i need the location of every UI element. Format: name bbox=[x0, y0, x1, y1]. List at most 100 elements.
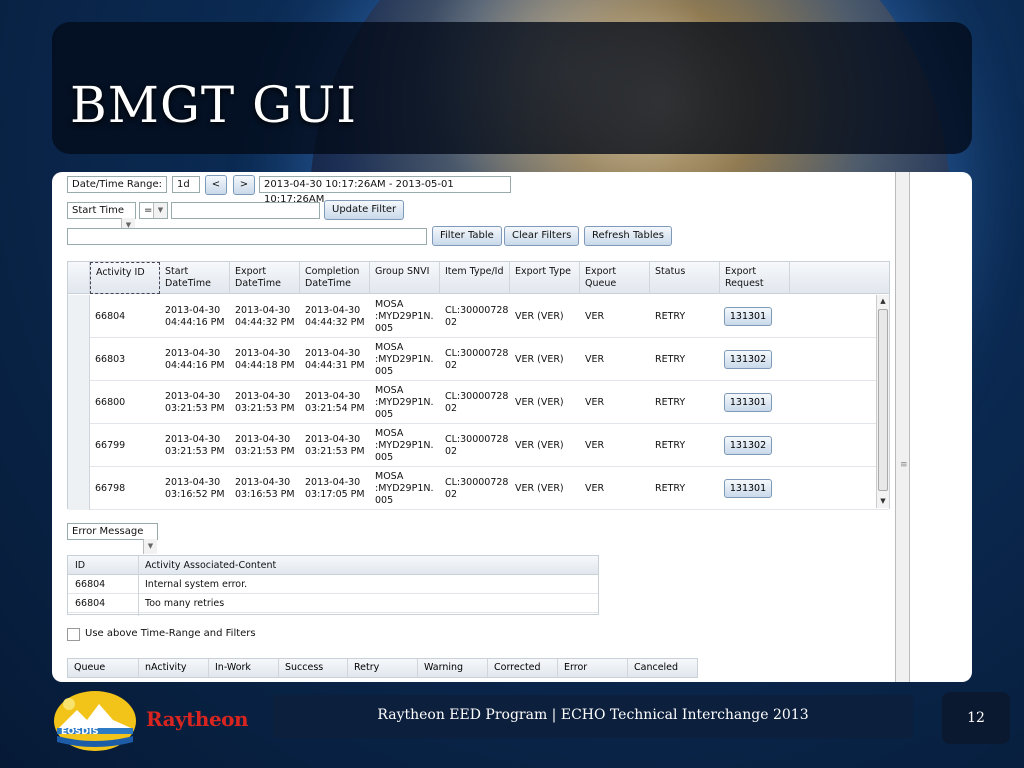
row-header[interactable] bbox=[68, 467, 90, 510]
refresh-tables-button[interactable]: Refresh Tables bbox=[584, 226, 673, 246]
prev-range-button[interactable]: < bbox=[205, 175, 227, 195]
column-divider bbox=[138, 556, 139, 616]
col-start-datetime[interactable]: Start DateTime bbox=[160, 262, 230, 294]
table-row[interactable]: 66803 2013-04-30 04:44:16 PM 2013-04-30 04:4… bbox=[68, 338, 889, 381]
slide-title: BMGT GUI bbox=[70, 76, 357, 134]
update-filter-button[interactable]: Update Filter bbox=[324, 200, 405, 220]
col-error[interactable]: Error bbox=[558, 659, 628, 677]
col-export-request[interactable]: Export Request bbox=[720, 262, 790, 294]
col-export-queue[interactable]: Export Queue bbox=[580, 262, 650, 294]
start-datetime-cell: 2013-04-30 03:16:52 PM bbox=[165, 477, 225, 500]
error-row-content: Internal system error. bbox=[145, 579, 248, 590]
filter-field-select[interactable]: Start Time ▼ bbox=[67, 202, 136, 233]
export-request-button[interactable]: 131301 bbox=[724, 479, 772, 498]
filter-value-input[interactable] bbox=[171, 202, 320, 219]
activity-id-cell: 66800 bbox=[95, 397, 126, 408]
chevron-down-icon: ▼ bbox=[143, 539, 157, 554]
row-header[interactable] bbox=[68, 381, 90, 424]
filter-table-button[interactable]: Filter Table bbox=[432, 226, 502, 246]
start-datetime-cell: 2013-04-30 03:21:53 PM bbox=[165, 434, 225, 457]
period-input[interactable]: 1d bbox=[172, 176, 200, 193]
export-request-button[interactable]: 131301 bbox=[724, 307, 772, 326]
window-scrollbar[interactable] bbox=[895, 172, 910, 682]
col-export-type[interactable]: Export Type bbox=[510, 262, 580, 294]
export-datetime-cell: 2013-04-30 03:21:53 PM bbox=[235, 434, 295, 457]
col-retry[interactable]: Retry bbox=[348, 659, 418, 677]
col-warning[interactable]: Warning bbox=[418, 659, 488, 677]
error-type-value: Error Message bbox=[72, 526, 144, 537]
scroll-up-icon[interactable]: ▲ bbox=[878, 296, 888, 307]
scroll-down-icon[interactable]: ▼ bbox=[878, 496, 888, 507]
col-nactivity[interactable]: nActivity bbox=[139, 659, 209, 677]
col-status[interactable]: Status bbox=[650, 262, 720, 294]
completion-datetime-cell: 2013-04-30 04:44:32 PM bbox=[305, 305, 365, 328]
col-success[interactable]: Success bbox=[279, 659, 348, 677]
use-range-label: Use above Time-Range and Filters bbox=[85, 628, 256, 639]
error-row-id: 66804 bbox=[75, 598, 106, 609]
group-snvi-cell: MOSA:MYD29P1N. 005 bbox=[375, 299, 434, 334]
range-display-field[interactable]: 2013-04-30 10:17:26AM - 2013-05-01 10:17… bbox=[259, 176, 511, 205]
export-type-cell: VER (VER) bbox=[515, 354, 564, 365]
table-row[interactable]: 66804 Too many retries bbox=[68, 594, 598, 613]
table-row[interactable]: 66804 2013-04-30 04:44:16 PM 2013-04-30 04:4… bbox=[68, 295, 889, 338]
item-type-cell: CL:30000728 02 bbox=[445, 434, 509, 457]
activity-table: Activity ID Start DateTime Export DateTime… bbox=[67, 261, 890, 510]
export-queue-cell: VER bbox=[585, 311, 605, 322]
operator-select[interactable]: = ▼ bbox=[139, 202, 168, 219]
row-header-corner bbox=[68, 262, 90, 294]
group-snvi-cell: MOSA:MYD29P1N. 005 bbox=[375, 342, 434, 377]
col-corrected[interactable]: Corrected bbox=[488, 659, 558, 677]
col-error-content[interactable]: Activity Associated-Content bbox=[145, 560, 276, 571]
export-datetime-cell: 2013-04-30 03:16:53 PM bbox=[235, 477, 295, 500]
error-table-header: ID Activity Associated-Content bbox=[68, 556, 598, 575]
export-datetime-cell: 2013-04-30 04:44:32 PM bbox=[235, 305, 295, 328]
completion-datetime-cell: 2013-04-30 03:21:54 PM bbox=[305, 391, 365, 414]
export-request-button[interactable]: 131302 bbox=[724, 436, 772, 455]
error-type-select[interactable]: Error Message ▼ bbox=[67, 523, 158, 554]
col-queue[interactable]: Queue bbox=[68, 659, 139, 677]
activity-id-cell: 66803 bbox=[95, 354, 126, 365]
export-queue-cell: VER bbox=[585, 397, 605, 408]
col-in-work[interactable]: In-Work bbox=[209, 659, 279, 677]
activity-table-header: Activity ID Start DateTime Export DateTime… bbox=[68, 262, 889, 294]
activity-id-cell: 66798 bbox=[95, 483, 126, 494]
row-header[interactable] bbox=[68, 424, 90, 467]
status-cell: RETRY bbox=[655, 354, 686, 365]
col-canceled[interactable]: Canceled bbox=[628, 659, 697, 677]
table-row[interactable]: 66800 2013-04-30 03:21:53 PM 2013-04-30 03:2… bbox=[68, 381, 889, 424]
row-header[interactable] bbox=[68, 295, 90, 338]
clipped-left-edge bbox=[52, 172, 58, 682]
status-cell: RETRY bbox=[655, 440, 686, 451]
col-group-snvi[interactable]: Group SNVI bbox=[370, 262, 440, 294]
col-completion-datetime[interactable]: Completion DateTime bbox=[300, 262, 370, 294]
error-row-content: Too many retries bbox=[145, 598, 225, 609]
use-range-checkbox[interactable] bbox=[67, 628, 80, 641]
item-type-cell: CL:30000728 02 bbox=[445, 477, 509, 500]
export-type-cell: VER (VER) bbox=[515, 397, 564, 408]
next-range-button[interactable]: > bbox=[233, 175, 255, 195]
item-type-cell: CL:30000728 02 bbox=[445, 305, 509, 328]
table-scrollbar[interactable]: ▲ ▼ bbox=[876, 295, 889, 508]
export-datetime-cell: 2013-04-30 03:21:53 PM bbox=[235, 391, 295, 414]
chevron-down-icon: ▼ bbox=[153, 203, 167, 218]
export-queue-cell: VER bbox=[585, 483, 605, 494]
status-cell: RETRY bbox=[655, 483, 686, 494]
col-item-type[interactable]: Item Type/Id bbox=[440, 262, 510, 294]
row-header[interactable] bbox=[68, 338, 90, 381]
table-row[interactable]: 66804 Internal system error. bbox=[68, 575, 598, 594]
col-export-datetime[interactable]: Export DateTime bbox=[230, 262, 300, 294]
col-error-id[interactable]: ID bbox=[75, 560, 85, 571]
col-activity-id[interactable]: Activity ID bbox=[90, 262, 160, 294]
table-row[interactable]: 66798 2013-04-30 03:16:52 PM 2013-04-30 03:1… bbox=[68, 467, 889, 510]
export-request-button[interactable]: 131302 bbox=[724, 350, 772, 369]
eosdis-logo: EOSDIS bbox=[54, 691, 136, 751]
export-request-button[interactable]: 131301 bbox=[724, 393, 772, 412]
resize-grip-icon[interactable]: ≡ bbox=[900, 460, 908, 470]
clear-filters-button[interactable]: Clear Filters bbox=[504, 226, 580, 246]
status-cell: RETRY bbox=[655, 311, 686, 322]
status-cell: RETRY bbox=[655, 397, 686, 408]
filter-expression-input[interactable] bbox=[67, 228, 427, 245]
start-datetime-cell: 2013-04-30 04:44:16 PM bbox=[165, 305, 225, 328]
table-row[interactable]: 66799 2013-04-30 03:21:53 PM 2013-04-30 03:2… bbox=[68, 424, 889, 467]
scroll-thumb[interactable] bbox=[878, 309, 888, 491]
